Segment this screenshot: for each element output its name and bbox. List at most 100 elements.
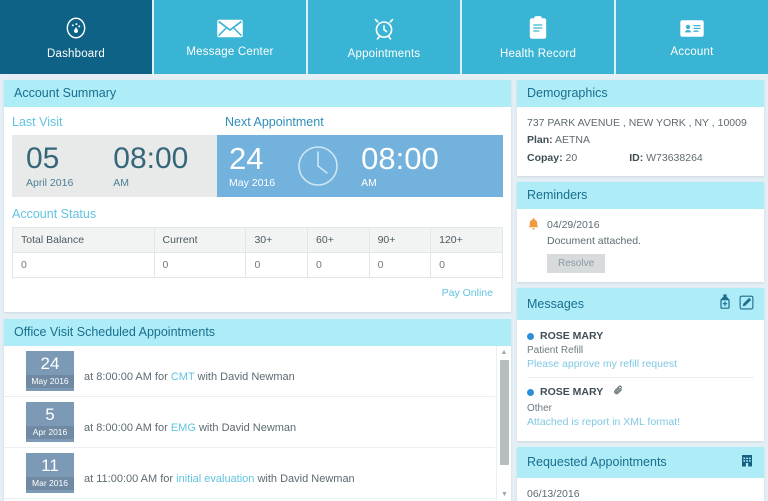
main-navigation: Dashboard Message Center Appointments He…: [0, 0, 768, 74]
appointment-text: at 8:00:00 AM for CMT with David Newman: [84, 371, 295, 387]
account-summary-body: Last Visit 05 April 2016 08:00 AM Next A…: [4, 107, 511, 203]
table-row: 0 0 0 0 0 0: [12, 252, 503, 278]
pay-online-row: Pay Online: [12, 278, 503, 308]
table-cell: 0: [368, 252, 432, 278]
unread-dot-icon: [527, 388, 534, 396]
appointment-prefix: at 8:00:00 AM for: [84, 371, 171, 383]
nav-tab-health-record[interactable]: Health Record: [462, 0, 614, 74]
scroll-up-icon[interactable]: ▲: [497, 346, 511, 359]
patient-copay-row: Copay: 20 ID: W73638264: [527, 150, 754, 167]
appointment-prefix: at 11:00:00 AM for: [84, 473, 177, 485]
pay-online-link[interactable]: Pay Online: [442, 287, 493, 299]
next-appointment-meridiem: AM: [361, 177, 377, 189]
messages-header: Messages: [517, 288, 764, 321]
nav-tab-dashboard[interactable]: Dashboard: [0, 0, 152, 74]
demographics-header: Demographics: [517, 80, 764, 107]
archive-icon[interactable]: [718, 294, 732, 313]
table-header-row: Total Balance Current 30+ 60+ 90+ 120+: [12, 227, 503, 253]
table-cell: 0: [153, 252, 247, 278]
list-item[interactable]: ROSE MARY Patient Refill Please approve …: [527, 324, 754, 379]
reminder-text: Document attached.: [547, 235, 641, 248]
bell-icon: [527, 217, 540, 274]
list-item[interactable]: 24 May 2016 at 8:00:00 AM for CMT with D…: [4, 346, 495, 397]
scroll-down-icon[interactable]: ▼: [497, 488, 511, 501]
alarm-clock-icon: [371, 15, 397, 41]
compose-icon[interactable]: [739, 295, 754, 313]
nav-tab-appointments[interactable]: Appointments: [308, 0, 460, 74]
copay-label: Copay:: [527, 151, 563, 164]
nav-tab-label: Health Record: [499, 47, 577, 60]
column-header: 60+: [307, 227, 370, 253]
appointment-code[interactable]: initial evaluation: [176, 473, 254, 485]
card-title: Account Summary: [14, 86, 117, 100]
id-value: W73638264: [646, 151, 703, 164]
next-appointment-month-year: May 2016: [229, 177, 276, 189]
list-item[interactable]: 11 Mar 2016 at 11:00:00 AM for initial e…: [4, 448, 495, 499]
last-visit-label: Last Visit: [12, 115, 63, 129]
clipboard-icon: [527, 15, 549, 41]
envelope-icon: [216, 17, 244, 39]
chip-month-year: Apr 2016: [26, 425, 74, 439]
chip-month-year: Mar 2016: [26, 476, 74, 490]
appointment-code[interactable]: EMG: [171, 422, 196, 434]
dashboard-body: Account Summary Last Visit 05 April 2016: [0, 74, 768, 501]
account-summary-card: Account Summary Last Visit 05 April 2016: [4, 80, 511, 312]
unread-dot-icon: [527, 332, 534, 340]
chip-day: 11: [41, 455, 59, 475]
appointments-scrollbar[interactable]: ▲ ▼: [496, 346, 511, 501]
card-title: Reminders: [527, 187, 588, 202]
card-title: Demographics: [527, 86, 608, 100]
nav-tab-label: Message Center: [186, 45, 274, 58]
list-item[interactable]: ROSE MARY Other Attached is report in XM…: [527, 378, 754, 435]
nav-tab-label: Dashboard: [46, 47, 106, 60]
last-visit-day: 05: [26, 141, 60, 175]
patient-plan-row: Plan: AETNA: [527, 132, 754, 149]
column-header: Total Balance: [12, 227, 155, 253]
last-visit-box: 05 April 2016 08:00 AM: [12, 135, 217, 197]
table-cell: 0: [245, 252, 309, 278]
date-chip: 24 May 2016: [26, 351, 74, 391]
account-summary-header: Account Summary: [4, 80, 511, 107]
next-appointment-label: Next Appointment: [225, 115, 324, 129]
nav-tab-label: Appointments: [347, 47, 421, 60]
account-status-block: Account Status Total Balance Current 30+…: [4, 203, 511, 312]
dashboard-page: Dashboard Message Center Appointments He…: [0, 0, 768, 501]
column-header: 30+: [245, 227, 309, 253]
messages-header-actions: [718, 294, 754, 313]
requested-appointments-body: 06/13/2016 NONE Cancel Request: [517, 478, 764, 501]
demographics-body: 737 PARK AVENUE , NEW YORK , NY , 10009 …: [517, 107, 764, 176]
date-chip: 5 Apr 2016: [26, 402, 74, 442]
column-header: 120+: [430, 227, 503, 253]
hospital-icon[interactable]: [740, 453, 754, 471]
message-sender: ROSE MARY: [540, 386, 604, 399]
nav-tab-account[interactable]: Account: [616, 0, 768, 74]
id-label: ID:: [629, 151, 644, 164]
office-visits-header: Office Visit Scheduled Appointments: [4, 319, 511, 346]
office-visits-list-wrap: 24 May 2016 at 8:00:00 AM for CMT with D…: [4, 346, 511, 501]
reminder-item: 04/29/2016 Document attached. Resolve: [547, 217, 641, 274]
next-appointment-box: 24 May 2016 08:00 AM: [217, 135, 503, 197]
paperclip-icon: [613, 384, 624, 400]
requested-appointments-header: Requested Appointments: [517, 447, 764, 479]
left-column: Account Summary Last Visit 05 April 2016: [4, 80, 511, 501]
account-status-label: Account Status: [12, 207, 97, 221]
message-preview: Please approve my refill request: [527, 358, 677, 371]
appointment-suffix: with David Newman: [195, 422, 297, 434]
scrollbar-thumb[interactable]: [500, 360, 509, 465]
last-visit-block: Last Visit 05 April 2016 08:00 AM: [12, 115, 217, 197]
last-visit-time-block: 08:00 AM: [113, 143, 188, 189]
column-header: Current: [153, 227, 247, 253]
reminders-body: 04/29/2016 Document attached. Resolve: [517, 209, 764, 283]
list-item[interactable]: 5 Apr 2016 at 8:00:00 AM for EMG with Da…: [4, 397, 495, 448]
appointment-suffix: with David Newman: [194, 371, 295, 383]
message-preview: Attached is report in XML format!: [527, 416, 681, 429]
next-appointment-day: 24: [229, 141, 264, 176]
chip-day: 24: [40, 353, 60, 373]
next-appointment-date: 24 May 2016: [229, 143, 275, 189]
messages-body: ROSE MARY Patient Refill Please approve …: [517, 320, 764, 441]
card-title: Requested Appointments: [527, 455, 667, 470]
resolve-button[interactable]: Resolve: [547, 254, 606, 274]
plan-label: Plan:: [527, 134, 553, 147]
nav-tab-message-center[interactable]: Message Center: [154, 0, 306, 74]
appointment-code[interactable]: CMT: [171, 371, 195, 383]
